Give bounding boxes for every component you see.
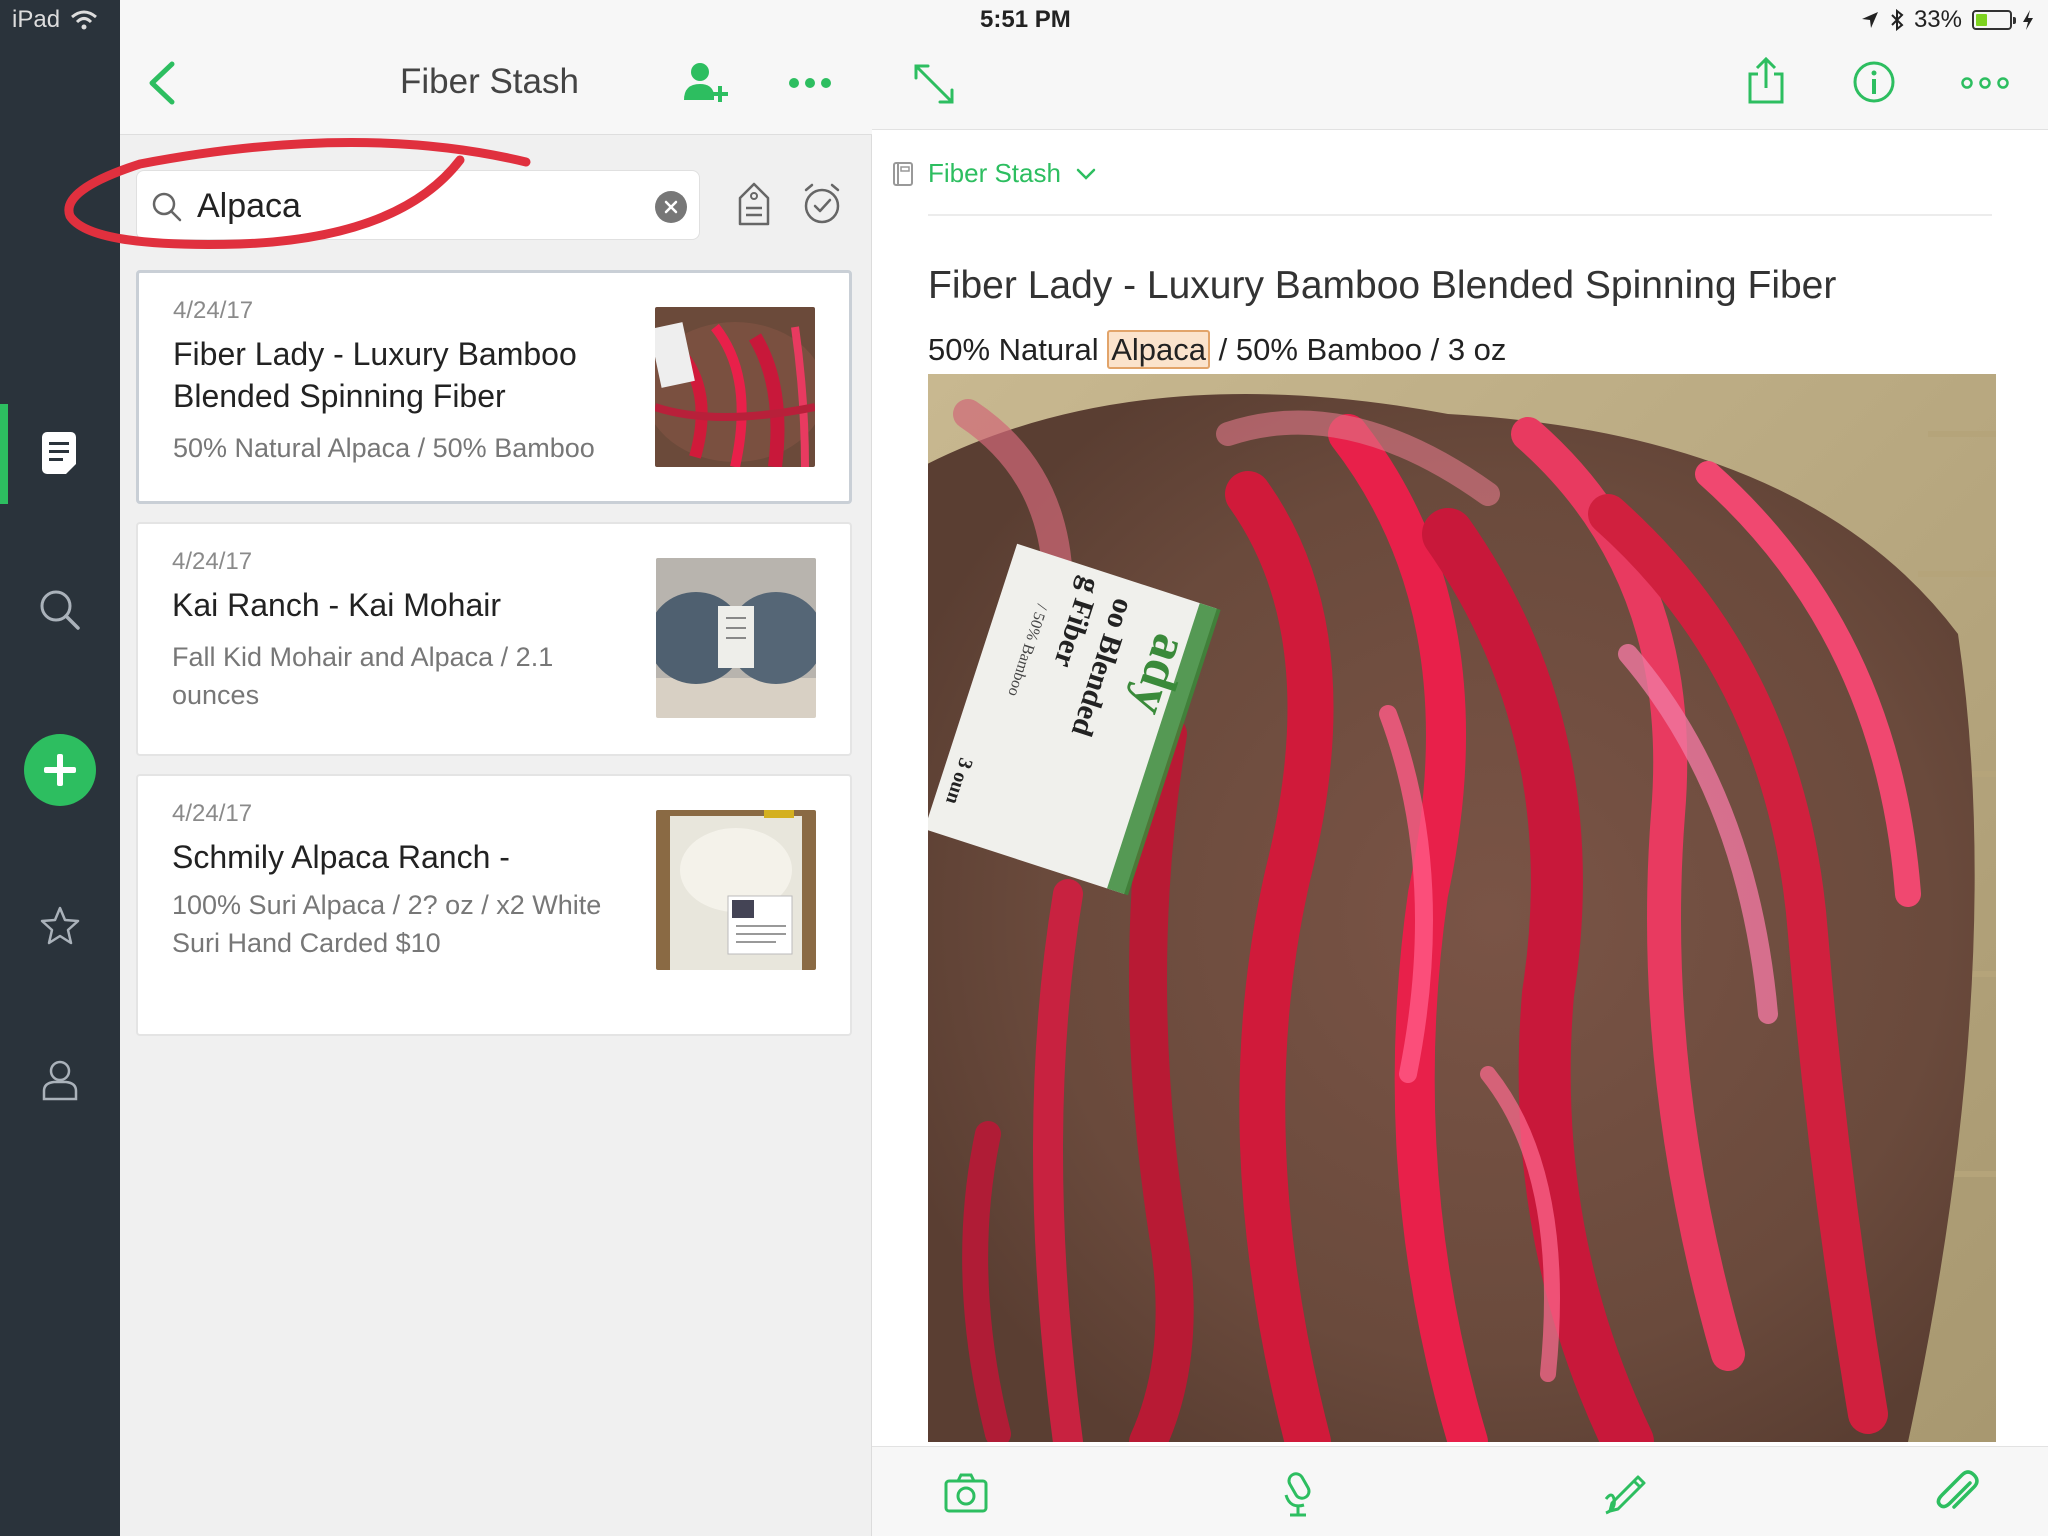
note-date: 4/24/17 [173, 297, 254, 324]
body-text: 50% Natural [928, 332, 1108, 367]
bluetooth-icon [1891, 9, 1904, 31]
search-input[interactable]: Alpaca [197, 187, 301, 226]
active-indicator [0, 404, 8, 504]
add-icon [44, 754, 76, 786]
note-snippet: Fall Kid Mohair and Alpaca / 2.1 ounces [172, 642, 554, 710]
rail-notes[interactable] [0, 404, 120, 504]
more-options-icon[interactable] [788, 72, 832, 94]
editor-toolbar [872, 1446, 2048, 1536]
device-name: iPad [12, 6, 61, 33]
note-detail-pane: 5:51 PM 33% Fiber Stash Fiber Lady - Lux… [872, 0, 2048, 1536]
battery-percent: 33% [1913, 6, 1962, 33]
note-snippet: 100% Suri Alpaca / 2? oz / x2 White Suri… [172, 890, 602, 958]
battery-level [1976, 14, 1987, 26]
battery-tip [2013, 17, 2016, 24]
rail-shortcuts[interactable] [0, 876, 120, 976]
share-icon[interactable] [1744, 56, 1788, 106]
search-icon [40, 590, 80, 630]
note-thumbnail [656, 558, 816, 718]
audio-icon[interactable] [1276, 1469, 1324, 1517]
status-right: 33% [1860, 6, 2034, 34]
note-title-field[interactable]: Fiber Lady - Luxury Bamboo Blended Spinn… [928, 264, 1836, 308]
search-field-icon [152, 192, 182, 222]
divider [928, 214, 1992, 216]
left-rail [0, 0, 120, 1536]
note-item-schmily[interactable]: 4/24/17 Schmily Alpaca Ranch - 100% Suri… [136, 774, 852, 1036]
note-thumbnail [656, 810, 816, 970]
notes-icon [42, 432, 76, 474]
info-icon[interactable] [1852, 60, 1896, 104]
close-icon [664, 200, 678, 214]
note-list-pane: Fiber Stash Alpaca 4/24/17 Fiber Lady - … [120, 0, 872, 1536]
note-thumbnail [655, 307, 815, 467]
note-title: Schmily Alpaca Ranch - [172, 839, 510, 875]
note-title: Fiber Lady - Luxury Bamboo Blended Spinn… [173, 336, 577, 414]
note-image[interactable]: ady oo Blended g Fiber / 50% Bamboo 3 ou… [928, 374, 1996, 1442]
notebook-name: Fiber Stash [928, 158, 1061, 188]
rail-search[interactable] [0, 560, 120, 660]
battery-icon [1972, 10, 2016, 30]
wifi-icon [71, 10, 98, 30]
more-options-icon[interactable] [1960, 72, 2010, 94]
back-icon[interactable] [142, 58, 182, 108]
add-note-button[interactable] [24, 734, 96, 806]
note-title: Kai Ranch - Kai Mohair [172, 587, 502, 623]
star-icon [40, 906, 80, 945]
camera-icon[interactable] [942, 1469, 990, 1517]
body-text: / 50% Bamboo / 3 oz [1210, 332, 1507, 367]
note-item-kai-ranch[interactable]: 4/24/17 Kai Ranch - Kai Mohair Fall Kid … [136, 522, 852, 756]
person-icon [42, 1060, 78, 1101]
charging-icon [2023, 10, 2033, 30]
attachment-icon[interactable] [1932, 1469, 1980, 1517]
note-body-line[interactable]: 50% Natural Alpaca / 50% Bamboo / 3 oz [928, 330, 1507, 369]
rail-account[interactable] [0, 1030, 120, 1130]
clear-search-button[interactable] [655, 191, 687, 223]
notebook-title: Fiber Stash [400, 62, 579, 101]
location-icon [1861, 12, 1878, 28]
share-notebook-icon[interactable] [682, 60, 732, 106]
note-date: 4/24/17 [172, 548, 253, 575]
reminder-filter-icon[interactable] [800, 182, 844, 226]
expand-icon[interactable] [912, 62, 956, 106]
chevron-down-icon [1076, 168, 1096, 180]
note-item-fiber-lady[interactable]: 4/24/17 Fiber Lady - Luxury Bamboo Blend… [136, 270, 852, 504]
search-highlight: Alpaca [1107, 330, 1211, 369]
notebook-selector[interactable]: Fiber Stash [892, 158, 1097, 189]
handwriting-icon[interactable] [1602, 1469, 1650, 1517]
status-time: 5:51 PM [980, 6, 1071, 33]
status-left: iPad [12, 6, 98, 34]
note-date: 4/24/17 [172, 800, 253, 827]
notebook-icon [893, 161, 913, 186]
search-field[interactable]: Alpaca [136, 170, 700, 240]
tag-filter-icon[interactable] [734, 180, 774, 228]
list-header: Fiber Stash [120, 0, 872, 135]
note-snippet: 50% Natural Alpaca / 50% Bamboo [173, 433, 595, 463]
